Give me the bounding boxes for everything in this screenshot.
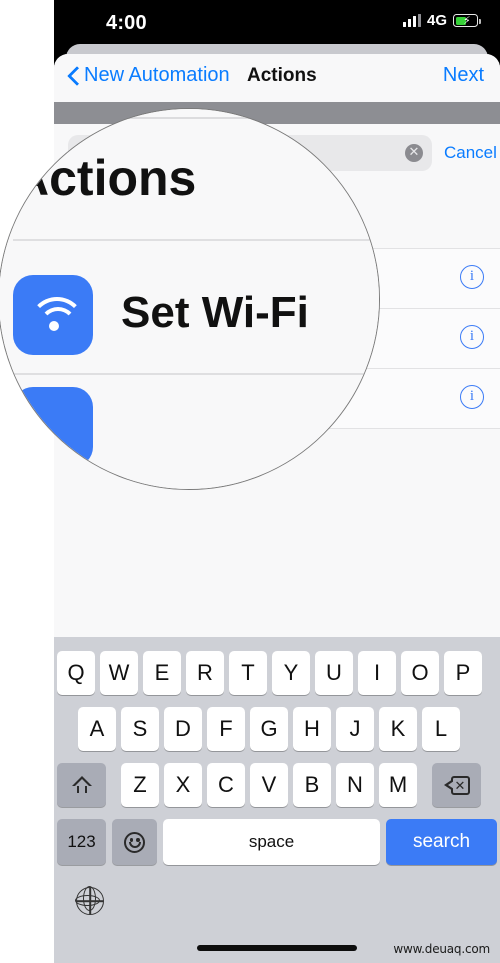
battery-charging-icon: ⚡ bbox=[453, 14, 481, 27]
watermark-label: www.deuaq.com bbox=[393, 942, 490, 956]
numbers-key[interactable]: 123 bbox=[57, 819, 106, 865]
shift-key-icon[interactable] bbox=[57, 763, 106, 807]
page-title: Actions bbox=[247, 65, 317, 86]
info-button[interactable]: i bbox=[460, 325, 484, 349]
next-button[interactable]: Next bbox=[443, 64, 484, 87]
key-v[interactable]: V bbox=[250, 763, 288, 807]
app-icon bbox=[13, 387, 93, 467]
keyboard-row-3: Z X C V B N M ✕ bbox=[54, 763, 500, 807]
magnifier-content: Wifi ✕ Cancel Actions Set Wi-Fi bbox=[0, 109, 379, 489]
key-m[interactable]: M bbox=[379, 763, 417, 807]
key-z[interactable]: Z bbox=[121, 763, 159, 807]
status-indicators: 4G ⚡ bbox=[402, 12, 481, 29]
keyboard-row-4: 123 space search bbox=[54, 819, 500, 865]
key-t[interactable]: T bbox=[229, 651, 267, 695]
keyboard-row-1: Q W E R T Y U I O P bbox=[54, 651, 500, 695]
key-g[interactable]: G bbox=[250, 707, 288, 751]
emoji-key-icon[interactable] bbox=[112, 819, 157, 865]
key-x[interactable]: X bbox=[164, 763, 202, 807]
on-screen-keyboard: Q W E R T Y U I O P A S D F G H J K L Z … bbox=[54, 637, 500, 963]
info-button[interactable]: i bbox=[460, 265, 484, 289]
wifi-icon bbox=[13, 275, 93, 355]
key-u[interactable]: U bbox=[315, 651, 353, 695]
magnified-row-label: Set Wi-Fi bbox=[121, 287, 309, 337]
magnified-section-title: Actions bbox=[13, 151, 197, 207]
globe-key-icon[interactable] bbox=[75, 886, 104, 915]
info-button[interactable]: i bbox=[460, 385, 484, 409]
signal-bars-icon bbox=[402, 14, 421, 27]
nav-bar: New Automation Actions Next bbox=[54, 54, 500, 102]
chevron-left-icon bbox=[68, 66, 79, 85]
key-n[interactable]: N bbox=[336, 763, 374, 807]
key-k[interactable]: K bbox=[379, 707, 417, 751]
key-s[interactable]: S bbox=[121, 707, 159, 751]
back-button-label: New Automation bbox=[84, 64, 230, 86]
key-y[interactable]: Y bbox=[272, 651, 310, 695]
key-i[interactable]: I bbox=[358, 651, 396, 695]
key-j[interactable]: J bbox=[336, 707, 374, 751]
network-type-label: 4G bbox=[426, 12, 447, 29]
cancel-button[interactable]: Cancel bbox=[444, 143, 497, 163]
key-b[interactable]: B bbox=[293, 763, 331, 807]
keyboard-row-2: A S D F G H J K L bbox=[54, 707, 500, 751]
status-clock: 4:00 bbox=[106, 12, 147, 34]
key-d[interactable]: D bbox=[164, 707, 202, 751]
key-a[interactable]: A bbox=[78, 707, 116, 751]
key-e[interactable]: E bbox=[143, 651, 181, 695]
back-button[interactable]: New Automation bbox=[68, 64, 230, 87]
clear-circle-icon[interactable]: ✕ bbox=[405, 144, 423, 162]
space-key[interactable]: space bbox=[163, 819, 380, 865]
key-r[interactable]: R bbox=[186, 651, 224, 695]
key-l[interactable]: L bbox=[422, 707, 460, 751]
key-c[interactable]: C bbox=[207, 763, 245, 807]
key-f[interactable]: F bbox=[207, 707, 245, 751]
key-q[interactable]: Q bbox=[57, 651, 95, 695]
backspace-key-icon[interactable]: ✕ bbox=[432, 763, 481, 807]
key-h[interactable]: H bbox=[293, 707, 331, 751]
key-o[interactable]: O bbox=[401, 651, 439, 695]
key-w[interactable]: W bbox=[100, 651, 138, 695]
home-indicator[interactable] bbox=[197, 945, 357, 951]
key-p[interactable]: P bbox=[444, 651, 482, 695]
search-key[interactable]: search bbox=[386, 819, 497, 865]
magnifier-callout: Wifi ✕ Cancel Actions Set Wi-Fi bbox=[0, 108, 380, 490]
keyboard-bottom-bar: www.deuaq.com bbox=[54, 875, 500, 963]
